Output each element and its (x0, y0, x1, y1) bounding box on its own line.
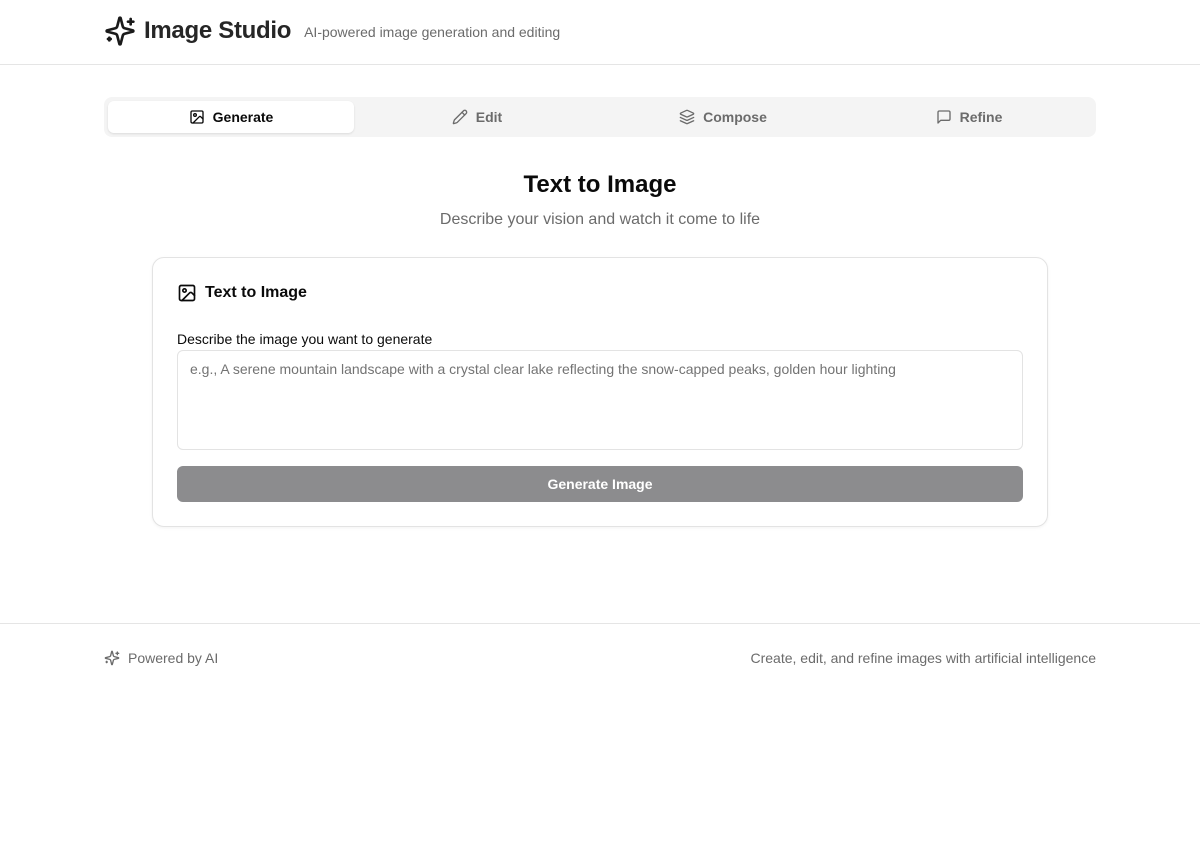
card-title: Text to Image (205, 284, 307, 301)
image-icon (189, 110, 204, 124)
tab-edit[interactable]: Edit (354, 101, 600, 133)
tab-generate[interactable]: Generate (108, 101, 354, 133)
tab-compose[interactable]: Compose (600, 101, 846, 133)
app-header: Image Studio AI-powered image generation… (0, 0, 1200, 65)
message-square-icon (936, 110, 951, 124)
sparkles-icon (104, 650, 120, 666)
page-subtitle: Describe your vision and watch it come t… (439, 211, 761, 228)
brand: Image Studio AI-powered image generation… (104, 15, 560, 47)
sparkles-icon (105, 16, 135, 46)
footer-powered-by: Powered by AI (104, 650, 218, 666)
card-header: Text to Image (177, 283, 307, 303)
image-icon (178, 284, 196, 302)
page-title: Text to Image (523, 171, 677, 198)
mode-tabs: Generate Edit Compose Refine (104, 97, 1096, 137)
prompt-input[interactable] (177, 350, 1023, 450)
tab-refine[interactable]: Refine (846, 101, 1092, 133)
pencil-icon (452, 109, 468, 125)
tab-label: Generate (212, 109, 274, 125)
tab-label: Edit (475, 109, 503, 125)
footer-tagline: Create, edit, and refine images with art… (750, 650, 1096, 666)
generate-card: Text to Image Describe the image you wan… (152, 257, 1048, 527)
footer-left-text: Powered by AI (128, 650, 219, 666)
tab-label: Refine (959, 109, 1003, 125)
app-subtitle: AI-powered image generation and editing (304, 24, 561, 40)
tab-label: Compose (703, 109, 767, 125)
app-title: Image Studio (144, 17, 292, 44)
prompt-label: Describe the image you want to generate (177, 331, 433, 347)
app-footer: Powered by AI Create, edit, and refine i… (0, 623, 1200, 693)
generate-image-button[interactable]: Generate Image (177, 466, 1023, 502)
layers-icon (679, 109, 695, 125)
